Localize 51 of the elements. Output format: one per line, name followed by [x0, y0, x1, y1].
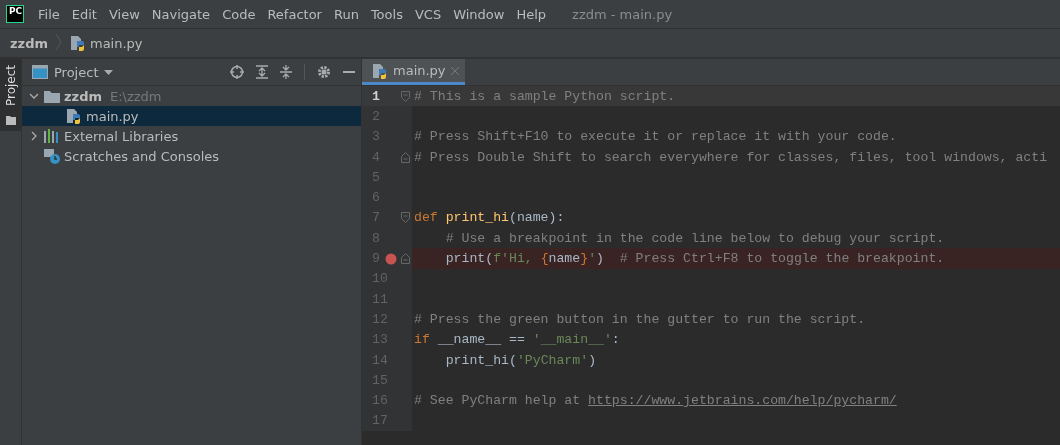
- window-icon: [32, 65, 48, 79]
- code-link[interactable]: https://www.jetbrains.com/help/pycharm/: [588, 393, 897, 409]
- python-file-icon: [66, 108, 82, 124]
- collapse-all-icon[interactable]: [280, 65, 292, 79]
- menu-item[interactable]: View: [102, 6, 146, 22]
- menu-item[interactable]: VCS: [408, 6, 448, 22]
- fold-marker-icon[interactable]: [400, 212, 410, 224]
- locate-icon[interactable]: [230, 65, 244, 79]
- code-line: # Press the green button in the gutter to run the script.: [413, 311, 866, 327]
- fold-marker-icon[interactable]: [400, 90, 410, 102]
- settings-icon[interactable]: [317, 65, 331, 79]
- code-line: print_hi('PyCharm'): [444, 352, 597, 368]
- code-line: # This is a sample Python script.: [413, 88, 676, 104]
- code-line: # Use a breakpoint in the code line below to debug your script.: [444, 230, 945, 246]
- menu-item[interactable]: Code: [216, 6, 262, 22]
- menu-item[interactable]: Help: [510, 6, 553, 22]
- code-line: # Press Shift+F10 to execute it or replace it with your code.: [413, 129, 897, 145]
- expand-all-icon[interactable]: [256, 65, 268, 79]
- libraries-icon: [44, 129, 60, 143]
- python-file-icon: [372, 62, 388, 79]
- window-title: zzdm - main.py: [572, 6, 673, 22]
- code-line: def print_hi(name):: [413, 210, 565, 226]
- menu-item[interactable]: Edit: [65, 6, 103, 22]
- tree-item[interactable]: main.py: [86, 108, 139, 124]
- menu-item[interactable]: Refactor: [261, 6, 328, 22]
- menu-item[interactable]: Navigate: [145, 6, 217, 22]
- breadcrumb-item[interactable]: zzdm: [10, 35, 48, 51]
- breadcrumb-item[interactable]: main.py: [90, 35, 143, 51]
- folder-icon: [5, 116, 16, 126]
- project-tool-tab[interactable]: Project: [0, 59, 21, 132]
- app-logo: PC: [6, 5, 24, 23]
- line-number: 1: [372, 88, 380, 104]
- menu-item[interactable]: Run: [327, 6, 365, 22]
- tree-item[interactable]: zzdm: [64, 88, 102, 104]
- code-line: if __name__ == '__main__':: [413, 332, 620, 348]
- breakpoint-icon[interactable]: [385, 252, 397, 265]
- dropdown-caret-icon[interactable]: [104, 69, 114, 75]
- menu-item[interactable]: Tools: [364, 6, 409, 22]
- tree-item[interactable]: Scratches and Consoles: [64, 148, 220, 164]
- panel-title[interactable]: Project: [54, 64, 99, 80]
- menu-item[interactable]: File: [32, 6, 66, 22]
- folder-path: E:\zzdm: [110, 88, 162, 104]
- menu-item[interactable]: Window: [447, 6, 511, 22]
- code-line: print(f'Hi, {name}') # Press Ctrl+F8 to toggle the breakpoint.: [444, 251, 945, 266]
- python-file-icon: [70, 35, 86, 51]
- editor-tab[interactable]: main.py: [362, 59, 465, 85]
- code-line: # Press Double Shift to search everywhere for classes, files, tool windows, acti: [413, 149, 1048, 165]
- folder-icon: [44, 89, 60, 103]
- code-line: # See PyCharm help at https://www.jetbrains.com/help/pycharm/: [413, 393, 897, 409]
- tree-item[interactable]: External Libraries: [64, 128, 179, 144]
- scratches-icon: [44, 148, 60, 164]
